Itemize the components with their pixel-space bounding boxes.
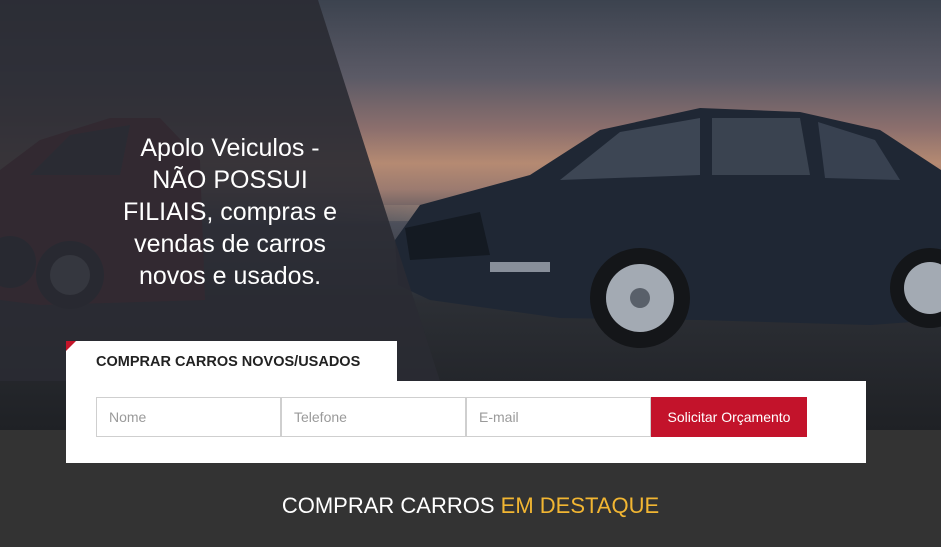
quote-form: Solicitar Orçamento [66, 381, 866, 463]
hero-headline: Apolo Veiculos - NÃO POSSUI FILIAIS, com… [123, 134, 337, 290]
hero-horizon-glow [300, 205, 941, 221]
form-tab[interactable]: COMPRAR CARROS NOVOS/USADOS [66, 341, 397, 381]
featured-title-main: COMPRAR CARROS [281, 493, 495, 518]
form-tab-label: COMPRAR CARROS NOVOS/USADOS [96, 354, 361, 370]
featured-section-title: COMPRAR CARROS EM DESTAQUE [0, 493, 941, 519]
featured-title-highlight: EM DESTAQUE [500, 493, 660, 518]
request-quote-button[interactable]: Solicitar Orçamento [651, 397, 807, 437]
tab-corner-accent [66, 341, 76, 351]
email-field[interactable] [466, 397, 651, 437]
name-field[interactable] [96, 397, 281, 437]
phone-field[interactable] [281, 397, 466, 437]
